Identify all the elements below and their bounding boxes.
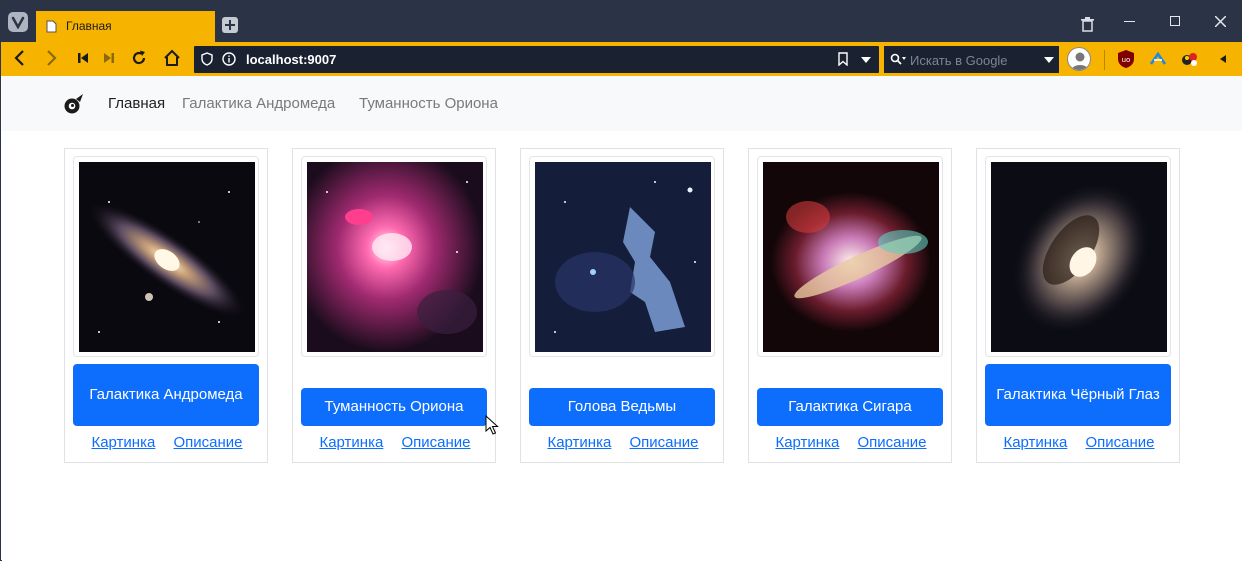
picture-link[interactable]: Картинка <box>1003 434 1067 451</box>
card-cigar: Галактика Сигара Картинка Описание <box>748 148 952 463</box>
description-link[interactable]: Описание <box>1086 434 1155 451</box>
card-orion: Туманность Ориона Картинка Описание <box>292 148 496 463</box>
fast-forward-icon[interactable] <box>99 48 119 68</box>
toolbar-divider <box>1104 50 1105 70</box>
card-andromeda: Галактика Андромеда Картинка Описание <box>64 148 268 463</box>
nav-link-orion[interactable]: Туманность Ориона <box>359 95 498 112</box>
document-icon <box>46 20 57 33</box>
card-image-frame <box>757 156 943 357</box>
web-page: Главная Галактика Андромеда Туманность О… <box>2 76 1242 561</box>
tab-title: Главная <box>66 19 112 33</box>
panel-toggle-icon[interactable] <box>1220 55 1226 63</box>
search-placeholder: Искать в Google <box>910 53 1008 68</box>
card-image-frame <box>301 156 487 357</box>
nav-link-home[interactable]: Главная <box>108 95 165 112</box>
search-engine-icon[interactable] <box>890 53 906 66</box>
description-link[interactable]: Описание <box>174 434 243 451</box>
search-field[interactable]: Искать в Google <box>884 46 1059 73</box>
card-links: Картинка Описание <box>293 434 497 451</box>
shield-icon[interactable] <box>201 52 213 66</box>
card-image-frame <box>529 156 715 357</box>
new-tab-button[interactable] <box>222 17 238 33</box>
card-links: Картинка Описание <box>65 434 269 451</box>
card-image-frame <box>985 156 1171 357</box>
description-link[interactable]: Описание <box>858 434 927 451</box>
reload-icon[interactable] <box>129 48 149 68</box>
chevron-down-icon[interactable] <box>861 57 871 63</box>
picture-link[interactable]: Картинка <box>91 434 155 451</box>
rewind-icon[interactable] <box>73 48 93 68</box>
picture-link[interactable]: Картинка <box>319 434 383 451</box>
ublock-origin-icon[interactable]: uo <box>1115 48 1137 70</box>
card-title-button[interactable]: Галактика Андромеда <box>73 364 259 426</box>
vivaldi-menu-icon[interactable] <box>8 12 28 32</box>
andromeda-galaxy-image[interactable] <box>79 162 255 352</box>
home-icon[interactable] <box>162 48 182 68</box>
description-link[interactable]: Описание <box>402 434 471 451</box>
profile-avatar-icon[interactable] <box>1067 47 1091 71</box>
search-dropdown-icon[interactable] <box>1044 57 1054 63</box>
translate-extension-icon[interactable] <box>1147 48 1169 70</box>
description-link[interactable]: Описание <box>630 434 699 451</box>
colorful-extension-icon[interactable] <box>1179 48 1201 70</box>
browser-window: Главная localhost:9007 Искать в Google u… <box>0 0 1242 561</box>
back-icon[interactable] <box>10 48 30 68</box>
address-bar[interactable]: localhost:9007 <box>194 46 879 73</box>
forward-icon[interactable] <box>41 48 61 68</box>
card-black-eye: Галактика Чёрный Глаз Картинка Описание <box>976 148 1180 463</box>
svg-text:uo: uo <box>1122 56 1131 64</box>
card-links: Картинка Описание <box>749 434 953 451</box>
card-image-frame <box>73 156 259 357</box>
close-window-button[interactable] <box>1215 16 1226 27</box>
tab-bar: Главная <box>1 1 1242 42</box>
nav-link-andromeda[interactable]: Галактика Андромеда <box>182 95 335 112</box>
cigar-galaxy-image[interactable] <box>763 162 939 352</box>
browser-toolbar: localhost:9007 Искать в Google uo <box>1 42 1242 76</box>
url-text: localhost:9007 <box>246 52 337 67</box>
site-logo-icon[interactable] <box>63 93 85 115</box>
minimize-button[interactable] <box>1124 21 1135 22</box>
picture-link[interactable]: Картинка <box>547 434 611 451</box>
bookmark-icon[interactable] <box>838 52 848 66</box>
picture-link[interactable]: Картинка <box>775 434 839 451</box>
card-title-button[interactable]: Галактика Сигара <box>757 388 943 426</box>
card-title-button[interactable]: Галактика Чёрный Глаз <box>985 364 1171 426</box>
card-witch-head: Голова Ведьмы Картинка Описание <box>520 148 724 463</box>
mouse-cursor-icon <box>485 415 499 435</box>
trash-icon[interactable] <box>1081 17 1094 32</box>
witch-head-nebula-image[interactable] <box>535 162 711 352</box>
card-title-button[interactable]: Голова Ведьмы <box>529 388 715 426</box>
info-icon[interactable] <box>222 52 236 66</box>
site-navbar: Главная Галактика Андромеда Туманность О… <box>2 76 1242 131</box>
orion-nebula-image[interactable] <box>307 162 483 352</box>
tab-active[interactable]: Главная <box>36 11 215 42</box>
card-links: Картинка Описание <box>521 434 725 451</box>
black-eye-galaxy-image[interactable] <box>991 162 1167 352</box>
maximize-button[interactable] <box>1170 16 1180 26</box>
card-links: Картинка Описание <box>977 434 1181 451</box>
card-title-button[interactable]: Туманность Ориона <box>301 388 487 426</box>
